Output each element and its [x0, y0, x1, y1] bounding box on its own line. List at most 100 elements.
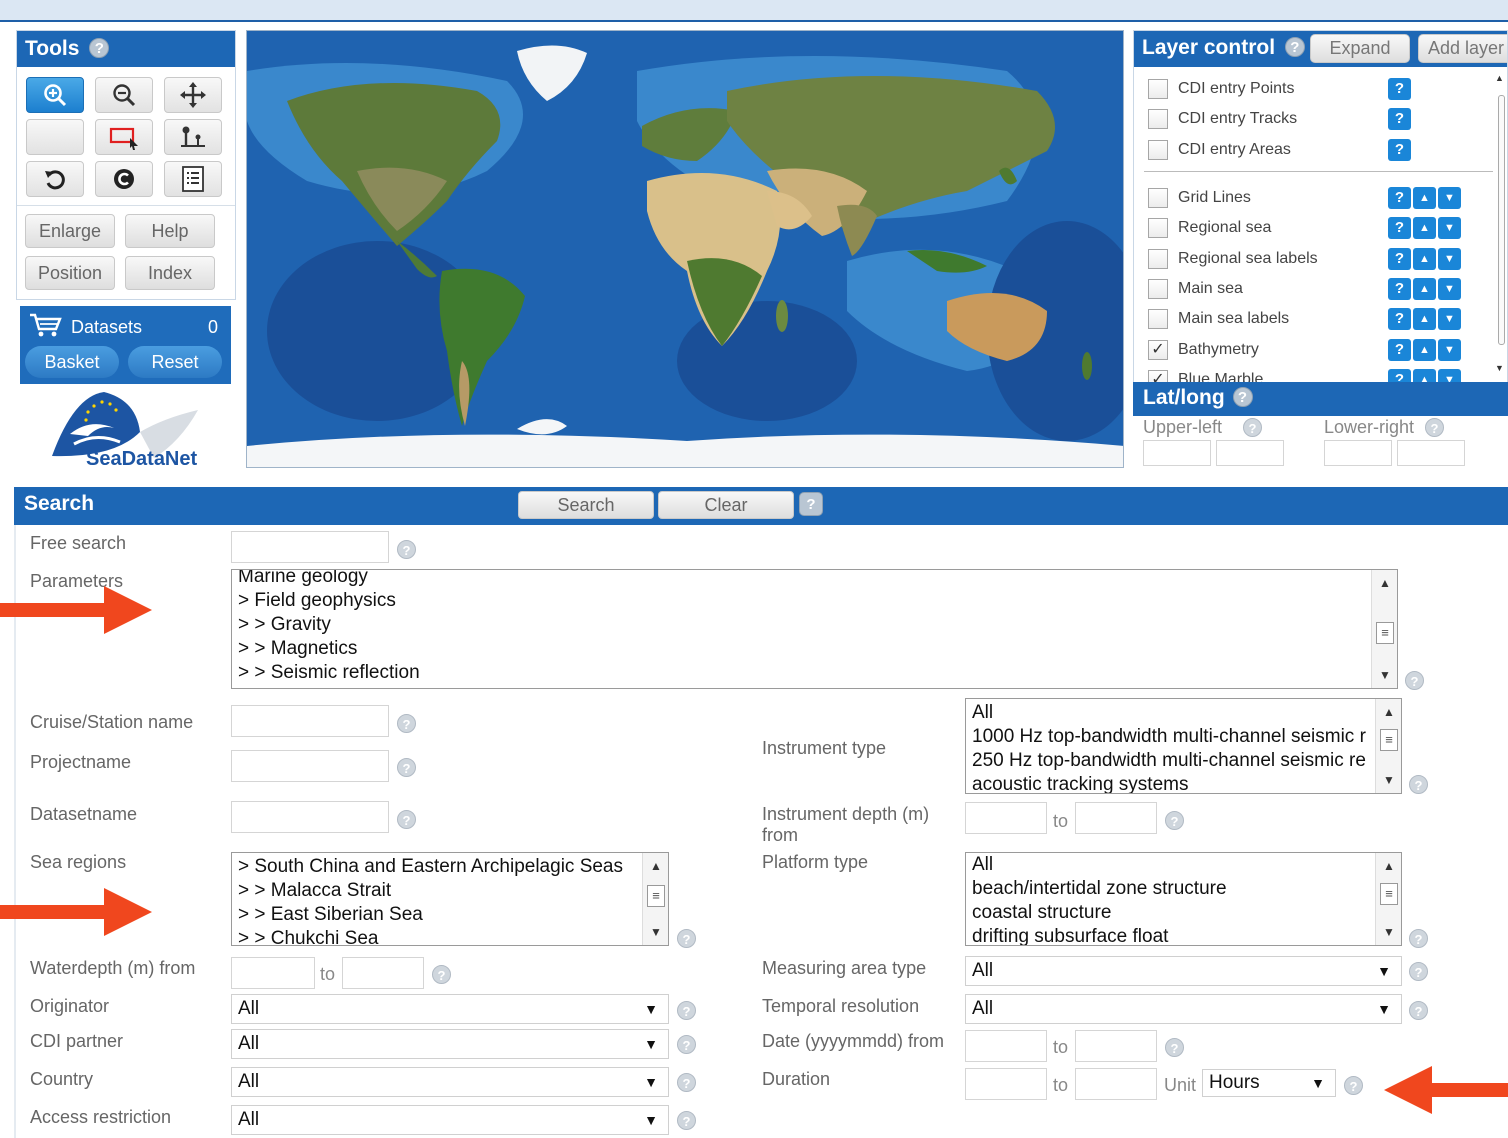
layer-move-down-icon[interactable]: ▼ — [1438, 187, 1461, 209]
waterdepth-from-input[interactable] — [231, 957, 315, 989]
list-option[interactable]: > > Chukchi Sea — [232, 927, 668, 945]
layer-move-up-icon[interactable]: ▲ — [1413, 187, 1436, 209]
parameters-scroll-down[interactable]: ▼ — [1372, 664, 1397, 686]
list-option[interactable]: coastal structure — [966, 901, 1401, 925]
layer-help-icon[interactable]: ? — [1388, 108, 1411, 131]
instrument-scroll-thumb[interactable]: ≡ — [1380, 729, 1398, 751]
layer-checkbox[interactable]: ✓ — [1148, 339, 1168, 360]
list-option[interactable]: 1000 Hz top-bandwidth multi-channel seis… — [966, 725, 1401, 749]
layer-help-icon[interactable]: ? — [1388, 247, 1411, 270]
layer-checkbox[interactable] — [1148, 109, 1168, 130]
enlarge-button[interactable]: Enlarge — [25, 214, 115, 248]
layer-checkbox[interactable] — [1148, 278, 1168, 299]
duration-help-icon[interactable]: ? — [1344, 1076, 1363, 1095]
list-option[interactable]: > > Seismic reflection — [232, 661, 1397, 685]
layer-row[interactable]: Grid Lines — [1148, 186, 1251, 210]
list-option[interactable]: > South China and Eastern Archipelagic S… — [232, 855, 668, 879]
list-option[interactable]: All — [966, 853, 1401, 877]
layer-help-icon[interactable]: ? — [1388, 138, 1411, 161]
sea-regions-scroll-thumb[interactable]: ≡ — [647, 885, 665, 907]
duration-to-input[interactable] — [1075, 1068, 1157, 1100]
layer-move-up-icon[interactable]: ▲ — [1413, 338, 1436, 361]
layer-move-up-icon[interactable]: ▲ — [1413, 308, 1436, 331]
layer-row[interactable]: Main sea labels — [1148, 307, 1289, 331]
layer-move-up-icon[interactable]: ▲ — [1413, 217, 1436, 240]
position-button[interactable]: Position — [25, 256, 115, 290]
layer-checkbox[interactable] — [1148, 188, 1168, 208]
search-button[interactable]: Search — [518, 491, 654, 519]
layer-help-icon[interactable]: ? — [1388, 78, 1411, 100]
originator-help-icon[interactable]: ? — [677, 1001, 696, 1020]
list-option[interactable]: > > Malacca Strait — [232, 879, 668, 903]
refresh-tool[interactable] — [26, 161, 84, 197]
layer-move-up-icon[interactable]: ▲ — [1413, 247, 1436, 270]
lower-right-help-icon[interactable]: ? — [1425, 418, 1444, 437]
instrument-scroll-up[interactable]: ▲ — [1376, 701, 1401, 723]
index-button[interactable]: Index — [125, 256, 215, 290]
unit-select[interactable]: Hours ▼ — [1202, 1069, 1336, 1097]
layer-row[interactable]: Regional sea — [1148, 216, 1271, 240]
date-from-input[interactable] — [965, 1030, 1047, 1062]
instrument-type-help-icon[interactable]: ? — [1409, 775, 1428, 794]
instrument-depth-to-input[interactable] — [1075, 802, 1157, 834]
layer-checkbox[interactable] — [1148, 309, 1168, 330]
parameters-listbox[interactable]: Marine geology > Field geophysics > > Grav… — [231, 569, 1398, 689]
add-layer-button[interactable]: Add layer — [1418, 34, 1507, 63]
empty-tool[interactable] — [26, 119, 84, 155]
platform-scroll-down[interactable]: ▼ — [1376, 921, 1401, 943]
select-rectangle-tool[interactable] — [95, 119, 153, 155]
access-help-icon[interactable]: ? — [677, 1111, 696, 1130]
instrument-depth-from-input[interactable] — [965, 802, 1047, 834]
temporal-resolution-select[interactable]: All ▼ — [965, 994, 1402, 1024]
measuring-area-select[interactable]: All ▼ — [965, 956, 1402, 986]
scroll-down-arrow[interactable]: ▼ — [1495, 363, 1504, 373]
access-select[interactable]: All ▼ — [231, 1105, 669, 1135]
country-help-icon[interactable]: ? — [677, 1073, 696, 1092]
originator-select[interactable]: All ▼ — [231, 994, 669, 1024]
layer-move-down-icon[interactable]: ▼ — [1438, 277, 1461, 300]
sea-regions-scroll-down[interactable]: ▼ — [643, 921, 668, 943]
date-to-input[interactable] — [1075, 1030, 1157, 1062]
layer-control-help-icon[interactable]: ? — [1284, 37, 1305, 57]
duration-from-input[interactable] — [965, 1068, 1047, 1100]
copyright-tool[interactable] — [95, 161, 153, 197]
sea-regions-listbox[interactable]: > South China and Eastern Archipelagic S… — [231, 852, 669, 946]
layer-help-icon[interactable]: ? — [1388, 217, 1411, 240]
temporal-resolution-help-icon[interactable]: ? — [1409, 1001, 1428, 1020]
sea-regions-scrollbar[interactable]: ▲ ≡ ▼ — [642, 853, 668, 945]
project-input[interactable] — [231, 750, 389, 782]
layer-move-down-icon[interactable]: ▼ — [1438, 247, 1461, 270]
instrument-depth-help-icon[interactable]: ? — [1165, 811, 1184, 830]
instrument-scroll-down[interactable]: ▼ — [1376, 769, 1401, 791]
layer-scrollbar[interactable]: ▲ ▼ — [1493, 67, 1507, 384]
free-search-help-icon[interactable]: ? — [397, 540, 416, 559]
layer-row[interactable]: CDI entry Areas — [1148, 138, 1291, 162]
dataset-help-icon[interactable]: ? — [397, 810, 416, 829]
list-option[interactable]: Marine geology — [232, 570, 1397, 589]
layer-help-icon[interactable]: ? — [1388, 277, 1411, 300]
cruise-help-icon[interactable]: ? — [397, 714, 416, 733]
basket-button[interactable]: Basket — [25, 346, 119, 378]
instrument-type-scrollbar[interactable]: ▲ ≡ ▼ — [1375, 699, 1401, 793]
platform-scroll-up[interactable]: ▲ — [1376, 855, 1401, 877]
parameters-scroll-thumb[interactable]: ≡ — [1376, 622, 1394, 644]
layer-move-down-icon[interactable]: ▼ — [1438, 308, 1461, 331]
list-option[interactable]: All — [966, 701, 1401, 725]
platform-type-listbox[interactable]: All beach/intertidal zone structure coasta… — [965, 852, 1402, 946]
list-option[interactable]: drifting subsurface float — [966, 925, 1401, 945]
reset-button[interactable]: Reset — [128, 346, 222, 378]
cdi-partner-help-icon[interactable]: ? — [677, 1035, 696, 1054]
world-map[interactable] — [246, 30, 1124, 468]
zoom-in-tool[interactable] — [26, 77, 84, 113]
scroll-up-arrow[interactable]: ▲ — [1495, 73, 1504, 83]
pan-tool[interactable] — [164, 77, 222, 113]
platform-type-scrollbar[interactable]: ▲ ≡ ▼ — [1375, 853, 1401, 945]
list-option[interactable]: > > East Siberian Sea — [232, 903, 668, 927]
layer-row[interactable]: Main sea — [1148, 277, 1243, 301]
parameters-scroll-up[interactable]: ▲ — [1372, 572, 1397, 594]
layer-row[interactable]: ✓ Bathymetry — [1148, 338, 1259, 362]
list-option[interactable]: acoustic tracking systems — [966, 773, 1401, 793]
info-point-tool[interactable] — [164, 119, 222, 155]
instrument-type-listbox[interactable]: All 1000 Hz top-bandwidth multi-channel s… — [965, 698, 1402, 794]
platform-type-help-icon[interactable]: ? — [1409, 929, 1428, 948]
